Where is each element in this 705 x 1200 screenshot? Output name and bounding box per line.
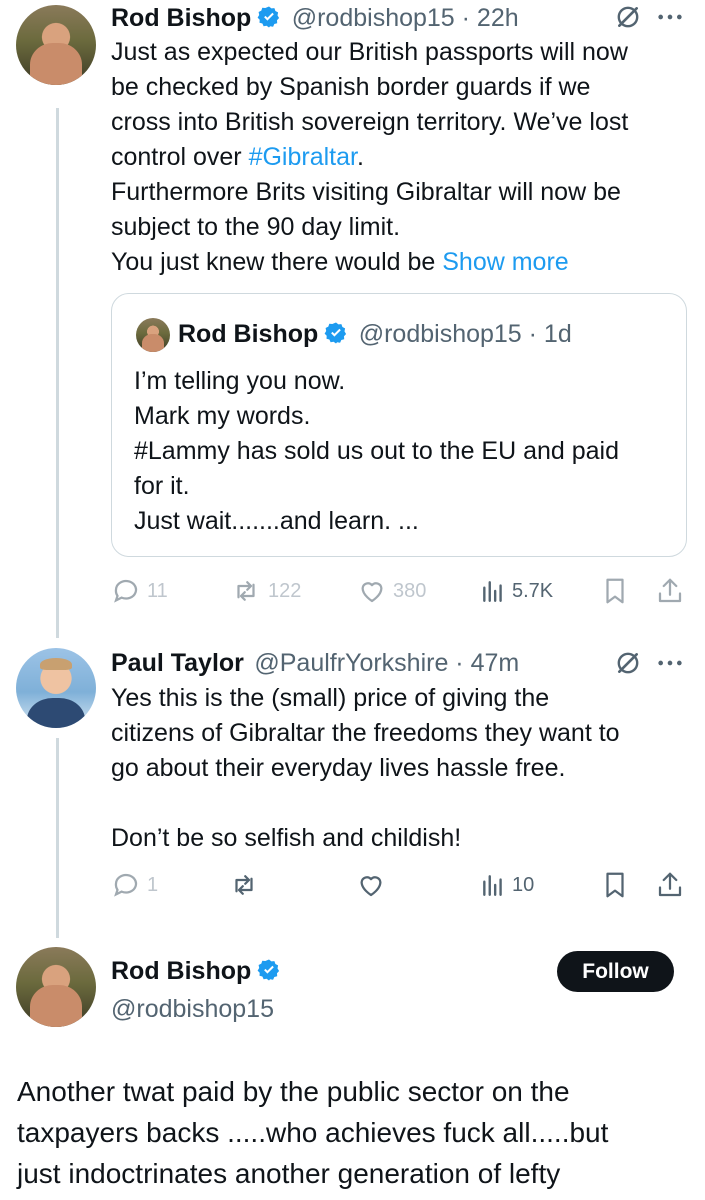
quoted-tweet[interactable]: Rod Bishop @rodbishop15 · 1d I’m telling…: [111, 293, 687, 557]
like-count: 380: [393, 579, 427, 602]
tweet-line: citizens of Gibraltar the freedoms they …: [111, 719, 620, 747]
heart-icon: [361, 582, 383, 603]
tweet-body: Another twat paid by the public sector o…: [17, 1071, 697, 1194]
quote-line: Mark my words.: [134, 402, 311, 430]
repost-count: 122: [268, 579, 302, 602]
thread-line: [56, 108, 59, 638]
repost-icon: [237, 581, 255, 601]
show-more-link[interactable]: Show more: [442, 248, 568, 276]
quote-line: #Lammy has sold us out to the EU and pai…: [134, 437, 620, 465]
tweet-line: just indoctrinates another generation of…: [17, 1158, 561, 1189]
bookmark-icon[interactable]: [600, 870, 630, 900]
reply-icon: [114, 579, 138, 603]
grok-icon[interactable]: [615, 650, 641, 676]
tweet-line: Just as expected our British passports w…: [111, 38, 628, 66]
tweet-body: Yes this is the (small) price of giving …: [111, 681, 696, 856]
avatar[interactable]: [16, 648, 96, 728]
views-count: 10: [512, 873, 535, 896]
quote-line: I’m telling you now.: [134, 367, 346, 395]
tweet-line: Another twat paid by the public sector o…: [17, 1076, 570, 1107]
grok-icon[interactable]: [615, 4, 641, 30]
share-icon[interactable]: [655, 870, 685, 900]
follow-button[interactable]: Follow: [557, 951, 674, 992]
reply-button[interactable]: 1: [111, 870, 158, 900]
quote-line: for it.: [134, 472, 190, 500]
tweet-line: taxpayers backs .....who achieves fuck a…: [17, 1117, 609, 1148]
author-block: Rod Bishop @rodbishop15: [111, 954, 281, 1026]
bookmark-icon[interactable]: [600, 576, 630, 606]
author-name[interactable]: Rod Bishop: [111, 957, 251, 985]
hashtag-link[interactable]: #Gibraltar: [249, 143, 357, 171]
reply-button[interactable]: 11: [111, 576, 168, 606]
views-icon: [483, 875, 502, 896]
like-button[interactable]: 380: [357, 576, 426, 606]
tweet-line: subject to the 90 day limit.: [111, 213, 401, 241]
avatar[interactable]: [16, 947, 96, 1027]
author-name-row: Rod Bishop: [111, 954, 281, 992]
tweet-line: cross into British sovereign territory. …: [111, 108, 629, 136]
text-fragment: .: [356, 143, 364, 171]
repost-icon[interactable]: [228, 870, 260, 900]
reply-count: 1: [147, 873, 159, 896]
share-icon[interactable]: [655, 576, 685, 606]
heart-icon[interactable]: [356, 870, 386, 900]
avatar[interactable]: [16, 5, 96, 85]
more-icon[interactable]: [655, 656, 685, 670]
tweet-line: Yes this is the (small) price of giving …: [111, 684, 550, 712]
tweet-line: Don’t be so selfish and childish!: [111, 824, 462, 852]
views-count: 5.7K: [512, 579, 554, 602]
text-fragment: control over: [111, 143, 249, 171]
quote-line: Just wait.......and learn. ...: [134, 507, 419, 535]
repost-button[interactable]: 122: [230, 576, 301, 606]
tweet-header: Rod Bishop @rodbishop15 · 22h: [111, 2, 519, 38]
verified-badge-icon: [324, 322, 347, 344]
thread-line-2: [56, 738, 59, 938]
author-name[interactable]: Rod Bishop: [111, 4, 251, 32]
more-icon[interactable]: [655, 10, 685, 24]
tweet-line: go about their everyday lives hassle fre…: [111, 754, 566, 782]
text-fragment: You just knew there would be: [111, 248, 443, 276]
quote-body: I’m telling you now. Mark my words. #Lam…: [134, 364, 674, 539]
author-handle-time[interactable]: @PaulfrYorkshire · 47m: [254, 649, 519, 677]
tweet-line: be checked by Spanish border guards if w…: [111, 73, 591, 101]
reply-icon: [114, 873, 138, 897]
reply-count: 11: [147, 579, 168, 602]
views-button[interactable]: 5.7K: [480, 576, 553, 606]
tweet-header: Paul Taylor @PaulfrYorkshire · 47m: [111, 647, 519, 683]
author-name[interactable]: Paul Taylor: [111, 649, 244, 677]
quote-avatar[interactable]: [136, 318, 170, 352]
author-handle[interactable]: @rodbishop15: [111, 992, 281, 1026]
quote-header: Rod Bishop @rodbishop15 · 1d: [178, 318, 572, 354]
author-handle-time[interactable]: @rodbishop15 · 22h: [292, 4, 519, 32]
tweet-line: control over #Gibraltar.: [111, 140, 696, 175]
tweet-line: You just knew there would be Show more: [111, 245, 696, 280]
quote-author-name[interactable]: Rod Bishop: [178, 320, 318, 348]
views-button[interactable]: 10: [480, 870, 534, 900]
views-icon: [483, 581, 502, 602]
verified-badge-icon: [257, 6, 280, 28]
tweet-body: Just as expected our British passports w…: [111, 35, 696, 280]
quote-handle-time[interactable]: @rodbishop15 · 1d: [359, 320, 572, 348]
verified-badge-icon: [257, 959, 280, 981]
tweet-line: Furthermore Brits visiting Gibraltar wil…: [111, 178, 621, 206]
